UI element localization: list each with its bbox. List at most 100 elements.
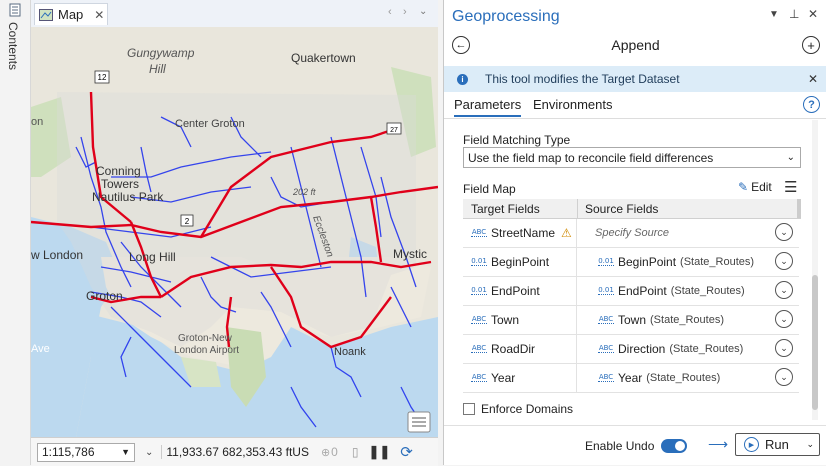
map-status-bar: 1:115,786 ▼ ⌄ 11,933.67 682,353.43 ftUS … (31, 437, 438, 466)
field-type-icon: 0.01 (598, 286, 614, 295)
field-matching-select[interactable]: Use the field map to reconcile field dif… (463, 147, 801, 168)
chevron-down-icon[interactable]: ⌄ (806, 439, 814, 450)
chevron-left-icon[interactable]: ‹ (388, 6, 392, 18)
label-elevation: 202 ft (292, 187, 316, 197)
arrow-right-icon: ⟶ (708, 436, 729, 452)
svg-text:2: 2 (185, 217, 190, 226)
contents-tab-label[interactable]: Contents (6, 22, 20, 70)
selection-count: 0 (331, 445, 338, 459)
enable-undo-toggle[interactable] (661, 439, 688, 453)
target-field-name: Year (491, 371, 516, 385)
expand-row-icon[interactable]: ⌄ (775, 252, 793, 270)
label-new-london: w London (31, 248, 83, 262)
label-long-hill: Long Hill (129, 250, 176, 264)
tabs-divider (444, 118, 826, 119)
label-towers: Towers (101, 177, 139, 191)
table-row[interactable]: ABC RoadDir ABC Direction (State_Routes) ⌄ (463, 335, 799, 364)
tab-parameters[interactable]: Parameters (454, 97, 522, 117)
enable-undo-option[interactable]: Enable Undo (585, 439, 688, 453)
field-type-icon: ABC (471, 315, 487, 324)
scrollbar-track[interactable] (812, 120, 818, 420)
label-groton-new: Groton-New (178, 333, 233, 344)
field-type-icon: 0.01 (471, 257, 487, 266)
route-shield-27: 27 (386, 122, 402, 135)
field-type-icon: ABC (598, 373, 614, 382)
map-pane: Map ✕ ‹ › ⌄ 12 2 27 Gungywamp Hill Quake… (31, 0, 438, 466)
contents-icon[interactable] (9, 3, 21, 17)
dismiss-info-icon[interactable]: ✕ (808, 72, 818, 86)
route-shield-2: 2 (180, 214, 194, 227)
expand-row-icon[interactable]: ⌄ (775, 310, 793, 328)
table-row[interactable]: 0.01 BeginPoint 0.01 BeginPoint (State_Rout… (463, 248, 799, 277)
refresh-toggle-icon[interactable]: ▯ (352, 445, 359, 459)
map-icon (39, 8, 53, 21)
info-icon: i (457, 73, 468, 85)
col-source-fields: Source Fields (585, 202, 659, 216)
label-ave: Ave (31, 343, 50, 355)
field-matching-label: Field Matching Type (463, 133, 571, 147)
source-table-name: (State_Routes) (680, 256, 755, 268)
close-icon[interactable]: ✕ (94, 8, 104, 22)
pane-options-chevron-icon[interactable]: ▼ (769, 9, 779, 20)
scale-value: 1:115,786 (42, 445, 95, 459)
add-icon[interactable]: + (802, 36, 820, 54)
close-pane-icon[interactable]: ✕ (808, 7, 818, 21)
label-quakertown: Quakertown (291, 51, 356, 65)
coordinates-readout: 11,933.67 682,353.43 ftUS (161, 445, 309, 459)
field-map-label: Field Map (463, 182, 516, 196)
refresh-icon[interactable]: ⟳ (400, 443, 413, 461)
label-center-groton: Center Groton (175, 118, 245, 130)
target-field-name: BeginPoint (491, 255, 550, 269)
table-row[interactable]: 0.01 EndPoint 0.01 EndPoint (State_Routes) … (463, 277, 799, 306)
field-matching-value: Use the field map to reconcile field dif… (468, 150, 714, 165)
tab-environments[interactable]: Environments (533, 97, 612, 112)
table-row[interactable]: ABC StreetName ⚠ Specify Source ⌄ (463, 219, 799, 248)
chevron-right-icon[interactable]: › (403, 6, 407, 18)
run-button[interactable]: ▶ Run ⌄ (735, 433, 820, 456)
source-field-placeholder: Specify Source (595, 227, 669, 239)
target-field-name: StreetName (491, 226, 556, 240)
enforce-domains-checkbox[interactable] (463, 403, 475, 415)
map-tab[interactable]: Map ✕ (34, 3, 108, 25)
source-table-name: (State_Routes) (650, 314, 724, 326)
pin-icon[interactable]: ⊥ (789, 7, 799, 21)
help-icon[interactable]: ? (803, 96, 820, 113)
map-basemap[interactable]: 12 2 27 Gungywamp Hill Quakertown Center… (31, 27, 438, 437)
basemap-icon[interactable] (407, 411, 431, 433)
menu-icon[interactable]: ☰ (784, 178, 797, 196)
scale-select[interactable]: 1:115,786 ▼ (37, 442, 135, 462)
label-conning: Conning (96, 164, 141, 178)
field-type-icon: ABC (471, 373, 487, 382)
expand-row-icon[interactable]: ⌄ (775, 368, 793, 386)
enable-undo-label: Enable Undo (585, 439, 655, 453)
pane-title: Geoprocessing (452, 8, 560, 25)
pause-drawing-icon[interactable]: ❚❚ (368, 444, 390, 460)
source-field-name: BeginPoint (618, 255, 677, 269)
table-row[interactable]: ABC Town ABC Town (State_Routes) ⌄ (463, 306, 799, 335)
info-bar: i This tool modifies the Target Dataset … (444, 66, 826, 92)
coordinate-format-chevron-icon[interactable]: ⌄ (145, 447, 153, 458)
label-hill: Hill (149, 62, 166, 76)
field-type-icon: ABC (598, 315, 614, 324)
contents-pane-strip[interactable]: Contents (0, 0, 31, 465)
label-gungywamp: Gungywamp (127, 46, 195, 60)
target-field-name: Town (491, 313, 520, 327)
chevron-down-icon: ▼ (121, 447, 130, 457)
expand-row-icon[interactable]: ⌄ (775, 339, 793, 357)
expand-row-icon[interactable]: ⌄ (775, 281, 793, 299)
source-table-name: (State_Routes) (670, 285, 745, 297)
chevron-down-icon[interactable]: ⌄ (419, 6, 427, 17)
tab-parameters-label: Parameters (454, 97, 522, 112)
map-tab-bar: Map ✕ ‹ › ⌄ (31, 0, 438, 28)
map-canvas[interactable]: 12 2 27 Gungywamp Hill Quakertown Center… (31, 27, 438, 437)
selection-icon[interactable]: ⊕ (321, 446, 330, 459)
expand-row-icon[interactable]: ⌄ (775, 223, 793, 241)
scrollbar-thumb[interactable] (812, 275, 818, 410)
route-shield-12: 12 (94, 70, 110, 84)
label-noank: Noank (334, 346, 366, 358)
table-row[interactable]: ABC Year ABC Year (State_Routes) ⌄ (463, 364, 799, 393)
enforce-domains-option[interactable]: Enforce Domains (463, 402, 573, 416)
run-label: Run (765, 437, 789, 452)
svg-text:12: 12 (98, 73, 107, 82)
edit-field-map-button[interactable]: ✎ Edit (738, 180, 772, 194)
